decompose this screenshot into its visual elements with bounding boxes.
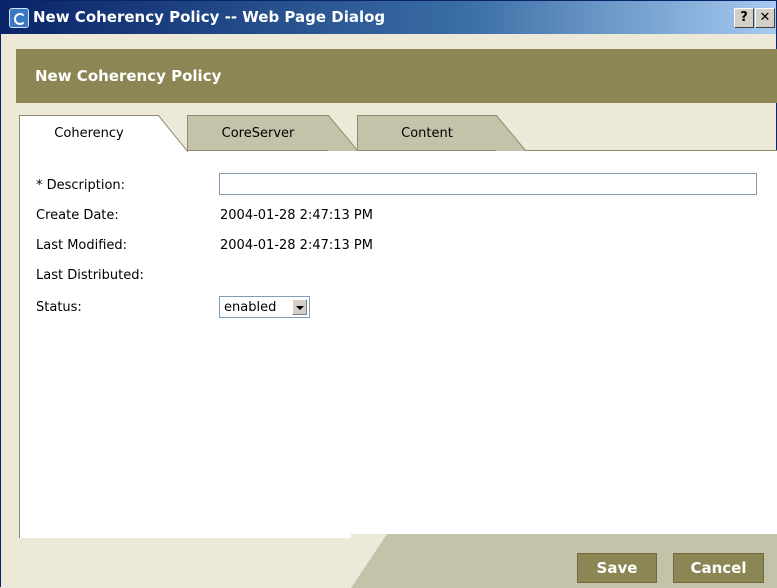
tab-coreserver-slant bbox=[328, 115, 358, 151]
tab-content-slant bbox=[496, 115, 526, 151]
dialog-window: New Coherency Policy -- Web Page Dialog … bbox=[0, 0, 777, 588]
dialog-header: New Coherency Policy bbox=[16, 49, 777, 103]
tab-coherency[interactable]: Coherency bbox=[19, 115, 159, 152]
tab-coreserver-label: CoreServer bbox=[221, 126, 295, 141]
description-label: * Description: bbox=[36, 178, 126, 193]
tab-coherency-slant bbox=[158, 115, 188, 152]
last-modified-label: Last Modified: bbox=[36, 238, 128, 253]
internet-explorer-icon bbox=[9, 8, 29, 28]
create-date-value: 2004-01-28 2:47:13 PM bbox=[220, 208, 373, 223]
status-label: Status: bbox=[36, 300, 82, 315]
tab-content-label: Content bbox=[401, 126, 453, 141]
create-date-label: Create Date: bbox=[36, 208, 119, 223]
last-modified-value: 2004-01-28 2:47:13 PM bbox=[220, 238, 373, 253]
close-button[interactable]: ✕ bbox=[755, 8, 775, 28]
tab-strip: Coherency CoreServer Content bbox=[19, 115, 777, 155]
window-title: New Coherency Policy -- Web Page Dialog bbox=[33, 8, 386, 26]
save-button[interactable]: Save bbox=[577, 553, 657, 583]
footer-band-slant bbox=[351, 534, 387, 588]
status-select[interactable]: enabled bbox=[219, 296, 310, 318]
cancel-button[interactable]: Cancel bbox=[673, 553, 764, 583]
tab-coherency-label: Coherency bbox=[54, 126, 124, 141]
description-input[interactable] bbox=[219, 173, 757, 195]
tab-coreserver[interactable]: CoreServer bbox=[187, 115, 329, 151]
dialog-header-title: New Coherency Policy bbox=[35, 67, 222, 85]
tab-content[interactable]: Content bbox=[357, 115, 497, 151]
chevron-down-icon[interactable] bbox=[292, 299, 307, 315]
title-bar[interactable]: New Coherency Policy -- Web Page Dialog … bbox=[1, 1, 776, 34]
status-select-value: enabled bbox=[224, 300, 277, 315]
coherency-panel: * Description: Create Date: 2004-01-28 2… bbox=[19, 150, 777, 539]
help-button[interactable]: ? bbox=[734, 8, 754, 28]
last-distributed-label: Last Distributed: bbox=[36, 268, 144, 283]
